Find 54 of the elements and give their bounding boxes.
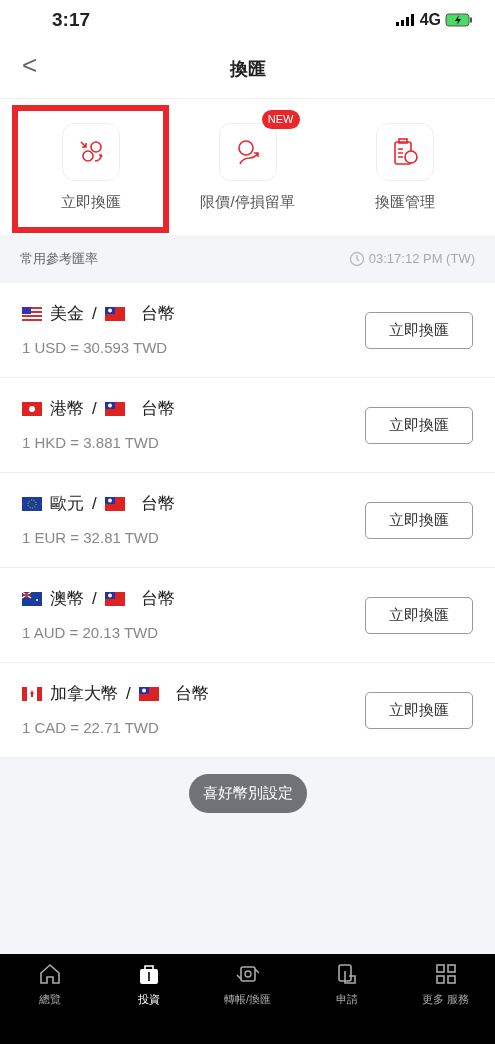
currency-name: 台幣 — [140, 398, 175, 420]
slash-separator: / — [126, 683, 131, 705]
slash-separator: / — [92, 303, 97, 325]
flag-icon — [104, 591, 125, 606]
flag-icon — [22, 496, 42, 511]
exchange-now-button[interactable]: 立即換匯 — [365, 691, 473, 729]
exchange-now-button[interactable]: 立即換匯 — [365, 311, 473, 349]
flag-icon — [138, 686, 159, 701]
action-button[interactable]: NEW 限價/停損留單 — [169, 105, 326, 233]
signal-icon — [395, 14, 416, 26]
tab-bar-item[interactable]: 更多 服務 — [396, 960, 495, 1044]
action-button[interactable]: 換匯管理 — [326, 105, 483, 233]
exchange-rate: 1 USD = 30.593 TWD — [22, 337, 169, 358]
section-title: 常用參考匯率 — [20, 250, 98, 269]
back-button[interactable]: < — [22, 52, 38, 78]
currency-name: 台幣 — [140, 303, 175, 325]
currency-name: 澳幣 — [50, 588, 84, 610]
network-label: 4G — [419, 10, 441, 30]
exchange-rate: 1 HKD = 3.881 TWD — [22, 432, 160, 453]
currency-name: 台幣 — [140, 588, 175, 610]
slash-separator: / — [92, 398, 97, 420]
currency-name: 歐元 — [50, 493, 84, 515]
update-time: 03:17:12 PM (TW) — [368, 250, 475, 269]
exchange-rate: 1 AUD = 20.13 TWD — [22, 622, 160, 643]
flag-icon — [22, 686, 42, 701]
action-button[interactable]: 立即換匯 — [12, 105, 169, 233]
flag-icon — [22, 591, 42, 606]
tab-bar-item[interactable]: 投資 — [99, 960, 198, 1044]
exchange-rate: 1 EUR = 32.81 TWD — [22, 527, 160, 548]
currency-name: 加拿大幣 — [50, 683, 118, 705]
currency-name: 港幣 — [50, 398, 84, 420]
flag-icon — [104, 496, 125, 511]
tab-bar-item[interactable]: 總覽 — [0, 960, 99, 1044]
flag-icon — [22, 306, 42, 321]
flag-icon — [22, 401, 42, 416]
currency-name: 台幣 — [174, 683, 209, 705]
tab-bar-item[interactable]: 申請 — [297, 960, 396, 1044]
status-time: 3:17 — [52, 7, 91, 32]
slash-separator: / — [92, 493, 97, 515]
exchange-now-button[interactable]: 立即換匯 — [365, 406, 473, 444]
currency-name: 美金 — [50, 303, 84, 325]
battery-icon — [445, 13, 473, 27]
new-badge: NEW — [261, 110, 300, 129]
exchange-now-button[interactable]: 立即換匯 — [365, 501, 473, 539]
currency-settings-button[interactable]: 喜好幣別設定 — [188, 774, 307, 813]
flag-icon — [104, 306, 125, 321]
tab-bar-item[interactable]: 轉帳/換匯 — [198, 960, 297, 1044]
flag-icon — [104, 401, 125, 416]
exchange-rate: 1 CAD = 22.71 TWD — [22, 717, 160, 738]
page-title: 換匯 — [229, 57, 266, 81]
exchange-now-button[interactable]: 立即換匯 — [365, 596, 473, 634]
currency-name: 台幣 — [140, 493, 175, 515]
clock-icon — [348, 251, 365, 267]
slash-separator: / — [92, 588, 97, 610]
